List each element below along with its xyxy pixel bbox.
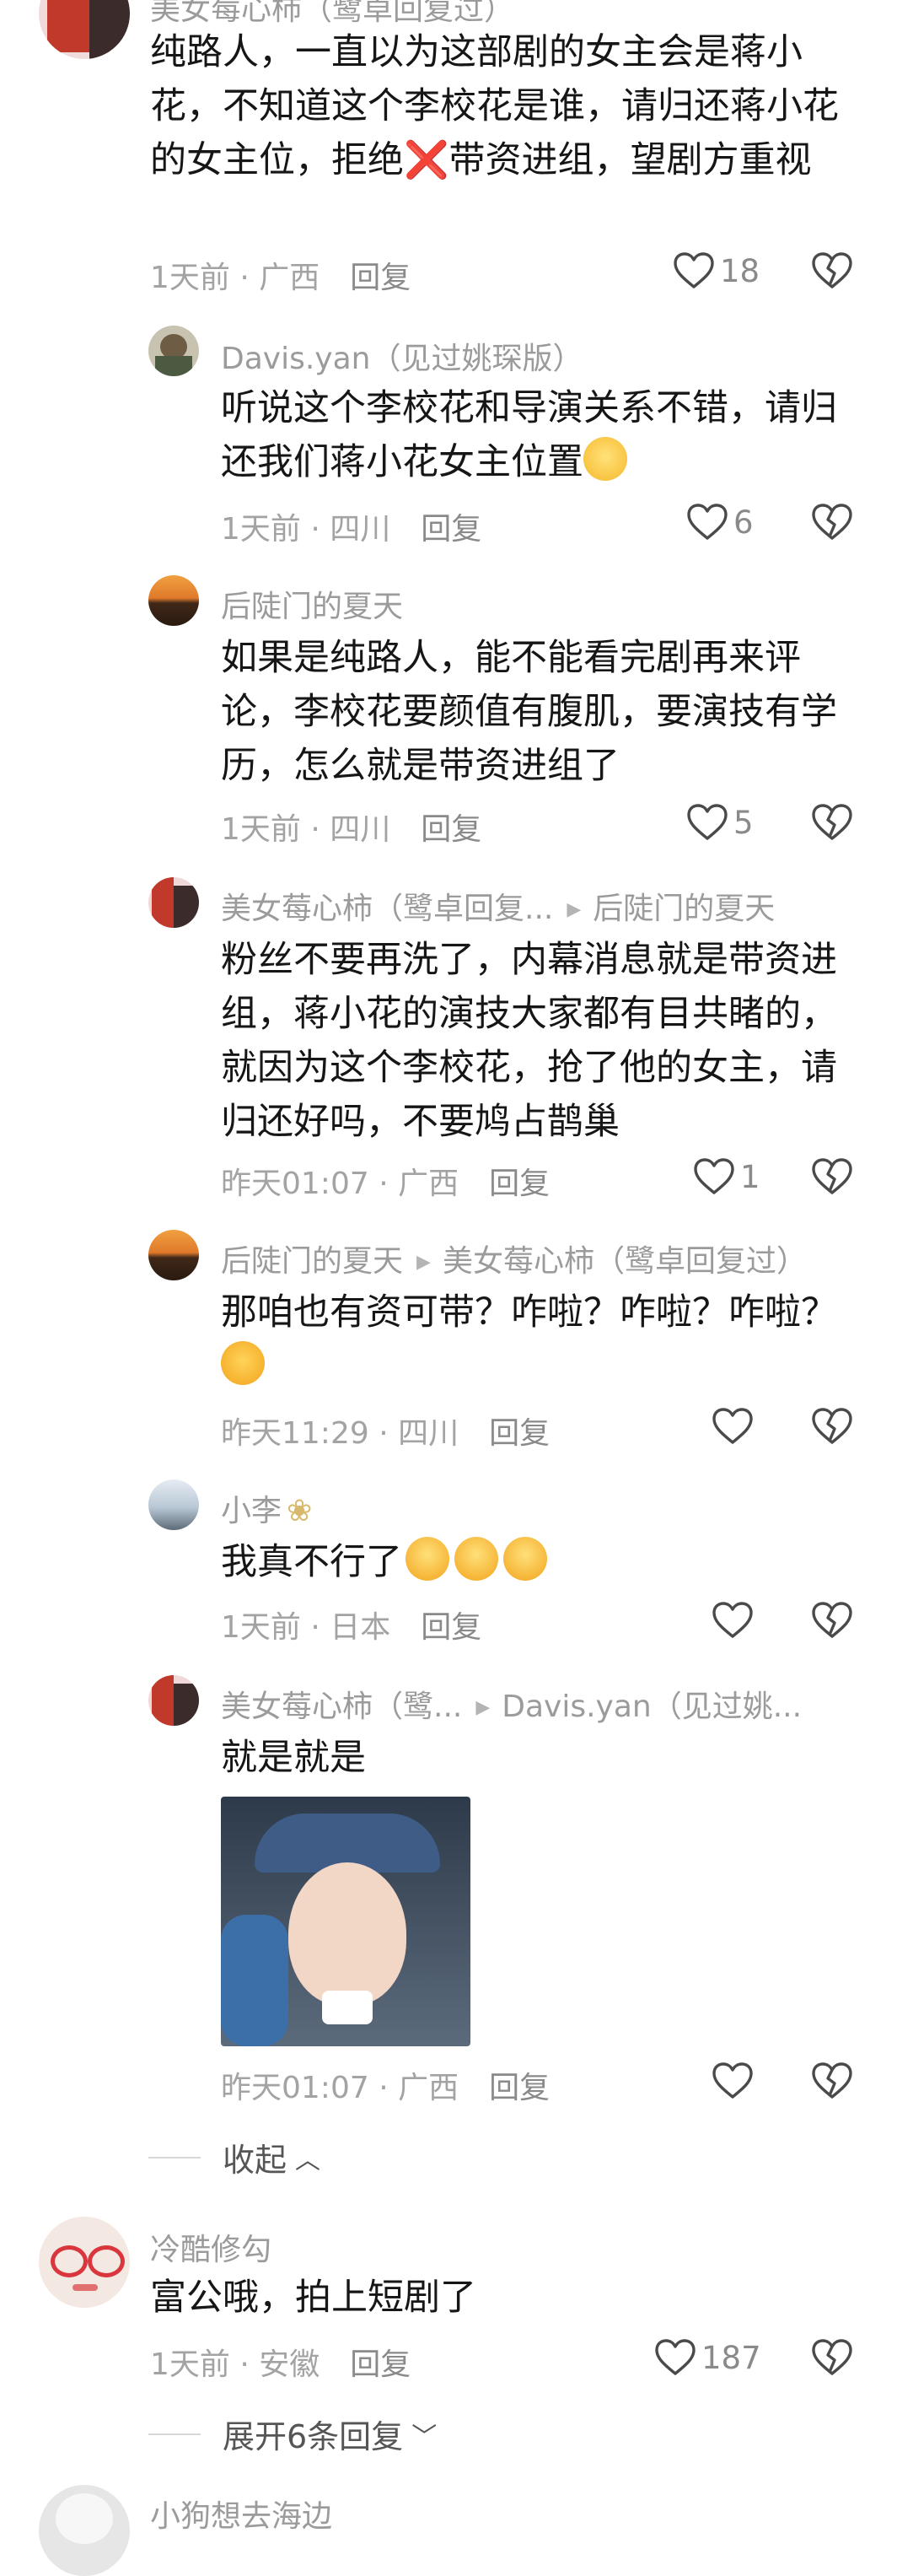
like-count: 6 <box>733 504 754 541</box>
reply-arrow-icon: ▶ <box>416 1252 431 1273</box>
like-button[interactable]: 6 <box>686 503 754 542</box>
comment-time-location: 1天前 · 四川 <box>221 512 391 547</box>
crying-emoji-icon <box>503 1537 547 1581</box>
collapse-replies-button[interactable]: 收起 ︿ <box>148 2134 320 2180</box>
like-button[interactable]: 5 <box>686 803 754 842</box>
like-count: 1 <box>740 1158 760 1195</box>
comment-meta: 1天前 · 广西 回复 <box>150 253 411 297</box>
like-button[interactable]: 18 <box>673 251 760 290</box>
comment-text: 就是就是 <box>221 1737 366 1779</box>
heart-icon <box>693 1157 735 1196</box>
comment-text: 如果是纯路人，能不能看完剧再来评论，李校花要颜值有腹肌，要演技有学历，怎么就是带… <box>221 637 837 787</box>
reply-button[interactable]: 回复 <box>350 2347 411 2382</box>
comment-username[interactable]: 小狗想去海边 <box>150 2492 332 2536</box>
comment-meta: 昨天01:07 · 广西 回复 <box>221 2063 550 2107</box>
avatar[interactable] <box>39 2217 130 2308</box>
chevron-down-icon: ﹀ <box>411 2422 438 2452</box>
comment-meta: 1天前 · 四川 回复 <box>221 805 481 849</box>
avatar[interactable] <box>148 575 199 626</box>
avatar[interactable] <box>39 0 130 59</box>
blush-emoji-icon <box>221 1341 265 1385</box>
dislike-icon[interactable] <box>811 1407 853 1446</box>
comment-username[interactable]: 美女莓心柿（鹭卓回复... ▶ 后陡门的夏天 <box>221 884 775 928</box>
like-button[interactable] <box>712 1407 754 1446</box>
comment-username[interactable]: 后陡门的夏天 <box>221 582 403 626</box>
avatar[interactable] <box>148 326 199 376</box>
comment-time-location: 1天前 · 安徽 <box>150 2347 320 2382</box>
dislike-icon[interactable] <box>811 251 853 290</box>
comment-username[interactable]: 后陡门的夏天 ▶ 美女莓心柿（鹭卓回复过） <box>221 1237 807 1280</box>
comment-meta: 1天前 · 安徽 回复 <box>150 2340 411 2384</box>
dislike-icon[interactable] <box>811 1157 853 1196</box>
like-count: 5 <box>733 804 754 841</box>
reply-button[interactable]: 回复 <box>421 812 481 847</box>
reply-to-username[interactable]: Davis.yan（见过姚... <box>502 1689 802 1724</box>
reply-to-username[interactable]: 后陡门的夏天 <box>593 892 775 926</box>
comment-time-location: 1天前 · 广西 <box>150 261 320 295</box>
like-button[interactable]: 187 <box>654 2338 761 2377</box>
heart-icon <box>686 803 728 842</box>
comment-text: 我真不行了 <box>221 1535 862 1589</box>
avatar[interactable] <box>148 1479 199 1530</box>
avatar[interactable] <box>148 1675 199 1726</box>
heart-icon <box>712 1407 754 1446</box>
comment-time-location: 1天前 · 日本 <box>221 1610 391 1645</box>
avatar[interactable] <box>39 2485 130 2576</box>
crying-emoji-icon <box>406 1537 449 1581</box>
like-button[interactable] <box>712 2061 754 2100</box>
crying-emoji-icon <box>454 1537 498 1581</box>
reply-button[interactable]: 回复 <box>489 1416 550 1451</box>
comment-username[interactable]: Davis.yan（见过姚琛版） <box>221 334 583 378</box>
reply-arrow-icon: ▶ <box>567 899 582 920</box>
dislike-icon[interactable] <box>811 2338 853 2377</box>
like-count: 18 <box>720 252 760 289</box>
comment-text: 听说这个李校花和导演关系不错，请归还我们蒋小花女主位置 <box>221 387 837 483</box>
reply-button[interactable]: 回复 <box>421 512 481 547</box>
comment-image[interactable] <box>221 1797 470 2046</box>
comment-meta: 1天前 · 四川 回复 <box>221 504 481 548</box>
dislike-icon[interactable] <box>811 803 853 842</box>
reply-button[interactable]: 回复 <box>489 2071 550 2105</box>
like-button[interactable] <box>712 1601 754 1640</box>
comment-meta: 昨天11:29 · 四川 回复 <box>221 1409 550 1452</box>
expand-replies-button[interactable]: 展开6条回复 ﹀ <box>148 2411 437 2457</box>
reply-button[interactable]: 回复 <box>421 1610 481 1645</box>
chevron-up-icon: ︿ <box>295 2145 321 2175</box>
smile-emoji-icon <box>583 437 627 481</box>
divider <box>148 2433 201 2435</box>
avatar[interactable] <box>148 1230 199 1280</box>
comment-text: 富公哦，拍上短剧了 <box>150 2277 476 2319</box>
comment-meta: 昨天01:07 · 广西 回复 <box>221 1159 550 1203</box>
dislike-icon[interactable] <box>811 503 853 542</box>
comment-time-location: 昨天11:29 · 四川 <box>221 1416 459 1451</box>
comment-text: 那咱也有资可带？咋啦？咋啦？咋啦？ <box>221 1285 870 1393</box>
like-count: 187 <box>701 2339 761 2376</box>
reply-button[interactable]: 回复 <box>489 1167 550 1201</box>
comment-meta: 1天前 · 日本 回复 <box>221 1603 481 1646</box>
dislike-icon[interactable] <box>811 2061 853 2100</box>
heart-icon <box>686 503 728 542</box>
comment-time-location: 1天前 · 四川 <box>221 812 391 847</box>
comment-text: 纯路人，一直以为这部剧的女主会是蒋小花，不知道这个李校花是谁，请归还蒋小花的女主… <box>150 31 839 181</box>
reply-button[interactable]: 回复 <box>350 261 411 295</box>
heart-icon <box>654 2338 696 2377</box>
comment-username[interactable]: 美女莓心柿（鹭... ▶ Davis.yan（见过姚... <box>221 1682 802 1726</box>
divider <box>148 2156 201 2158</box>
heart-icon <box>673 251 715 290</box>
comment-text: 粉丝不要再洗了，内幕消息就是带资进组，蒋小花的演技大家都有目共睹的，就因为这个李… <box>221 939 837 1143</box>
comment-username[interactable]: 冷酷修勾 <box>150 2225 271 2269</box>
comment-username[interactable]: 美女莓心柿（鹭卓回复过） <box>150 0 514 29</box>
reply-arrow-icon: ▶ <box>475 1697 491 1718</box>
comment-time-location: 昨天01:07 · 广西 <box>221 1167 459 1201</box>
heart-icon <box>712 2061 754 2100</box>
comment-time-location: 昨天01:07 · 广西 <box>221 2071 459 2105</box>
reply-to-username[interactable]: 美女莓心柿（鹭卓回复过） <box>443 1244 807 1279</box>
like-button[interactable]: 1 <box>693 1157 760 1196</box>
dislike-icon[interactable] <box>811 1601 853 1640</box>
wheat-icon: ❀ <box>287 1494 313 1528</box>
avatar[interactable] <box>148 877 199 928</box>
comment-username[interactable]: 小李 ❀ <box>221 1486 312 1530</box>
heart-icon <box>712 1601 754 1640</box>
